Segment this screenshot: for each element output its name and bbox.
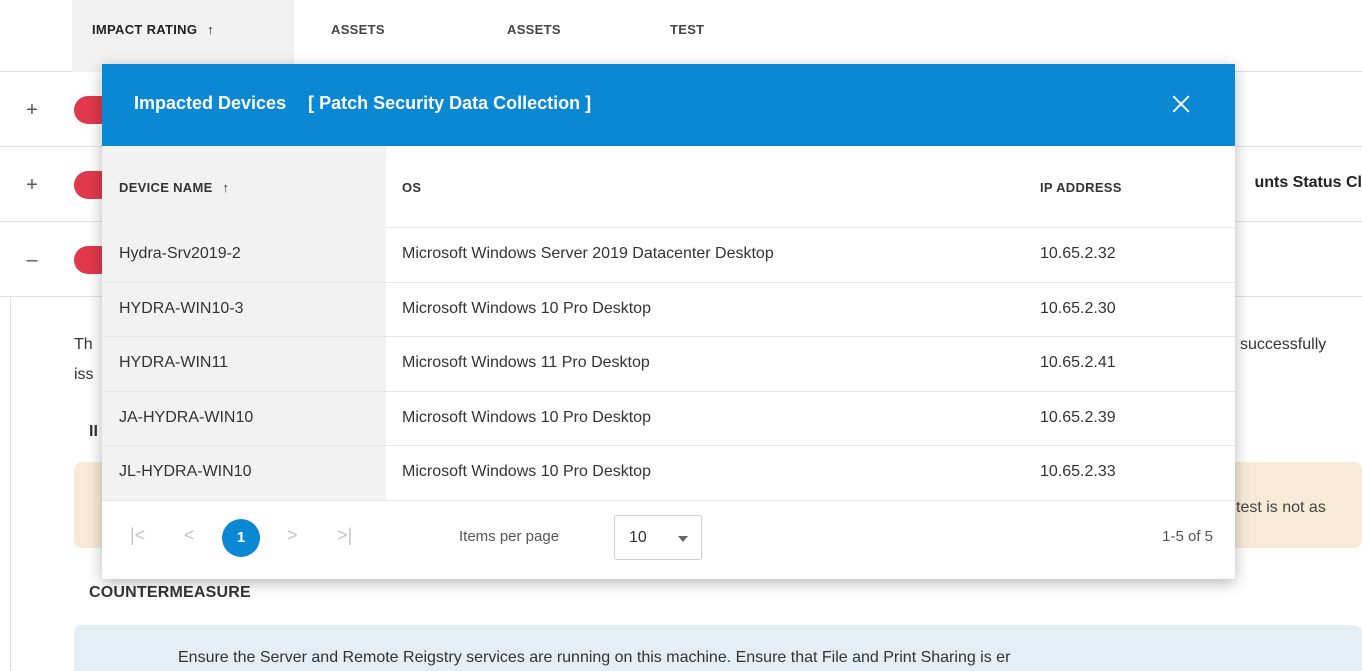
pagination: |< < 1 > >| Items per page 10 1-5 of 5 [102, 499, 1235, 579]
os-cell: Microsoft Windows 11 Pro Desktop [402, 354, 650, 372]
dialog-subtitle: [ Patch Security Data Collection ] [308, 93, 592, 113]
table-row[interactable]: HYDRA-WIN10-3 Microsoft Windows 10 Pro D… [102, 282, 1235, 338]
section-title-fragment: II [89, 423, 98, 440]
impact-text-fragment: test is not as [1236, 499, 1326, 516]
column-header-label: DEVICE NAME [119, 180, 213, 195]
column-header-assets-2[interactable]: ASSETS [507, 22, 561, 37]
previous-page-icon[interactable]: < [184, 525, 195, 546]
device-name-cell: JA-HYDRA-WIN10 [119, 408, 254, 426]
column-header-ip-address[interactable]: IP ADDRESS [1040, 180, 1122, 195]
chevron-down-icon [678, 536, 688, 542]
column-header-os[interactable]: OS [402, 180, 421, 195]
device-name-cell: JL-HYDRA-WIN10 [119, 463, 252, 481]
countermeasure-box: Ensure the Server and Remote Reigstry se… [74, 625, 1362, 671]
test-name-cell: unts Status Cl [1254, 174, 1362, 191]
device-name-cell: HYDRA-WIN11 [119, 354, 229, 372]
table-row[interactable]: JA-HYDRA-WIN10 Microsoft Windows 10 Pro … [102, 391, 1235, 447]
table-row[interactable]: HYDRA-WIN11 Microsoft Windows 11 Pro Des… [102, 337, 1235, 392]
ip-address-cell: 10.65.2.41 [1040, 354, 1116, 372]
divider [10, 297, 11, 671]
first-page-icon[interactable]: |< [130, 525, 145, 546]
table-header: DEVICE NAME ↑ OS IP ADDRESS [102, 146, 1235, 228]
devices-table: DEVICE NAME ↑ OS IP ADDRESS Hydra-Srv201… [102, 146, 1235, 501]
column-header-assets[interactable]: ASSETS [331, 22, 385, 37]
ip-address-cell: 10.65.2.32 [1040, 245, 1116, 262]
os-cell: Microsoft Windows 10 Pro Desktop [402, 463, 651, 481]
page-range-label: 1-5 of 5 [1162, 528, 1213, 545]
detail-text-fragment: Th [74, 336, 93, 353]
os-cell: Microsoft Windows Server 2019 Datacenter… [402, 245, 774, 262]
countermeasure-text: Ensure the Server and Remote Reigstry se… [178, 649, 1011, 666]
table-row[interactable]: Hydra-Srv2019-2 Microsoft Windows Server… [102, 228, 1235, 283]
items-per-page-label: Items per page [459, 528, 560, 545]
dialog-title-label: Impacted Devices [134, 93, 287, 113]
items-per-page-select[interactable]: 10 [614, 515, 702, 560]
items-per-page-value: 10 [629, 529, 647, 546]
column-header-label: IMPACT RATING [92, 22, 198, 37]
expand-toggle[interactable]: + [24, 100, 40, 120]
next-page-icon[interactable]: > [287, 525, 298, 546]
detail-text-fragment: iss [74, 366, 94, 383]
os-cell: Microsoft Windows 10 Pro Desktop [402, 299, 651, 317]
ip-address-cell: 10.65.2.39 [1040, 408, 1116, 426]
column-header-test[interactable]: TEST [670, 22, 704, 37]
collapse-toggle[interactable]: – [24, 250, 40, 270]
device-name-cell: HYDRA-WIN10-3 [119, 299, 244, 317]
ip-address-cell: 10.65.2.33 [1040, 463, 1116, 481]
sort-ascending-icon: ↑ [222, 180, 230, 195]
expand-toggle[interactable]: + [24, 175, 40, 195]
ip-address-cell: 10.65.2.30 [1040, 299, 1116, 317]
page-number-button[interactable]: 1 [222, 519, 260, 557]
close-icon[interactable] [1167, 90, 1195, 118]
countermeasure-title: COUNTERMEASURE [89, 584, 251, 601]
detail-text-fragment: successfully [1240, 336, 1327, 353]
background-table-header: IMPACT RATING ↑ ASSETS ASSETS TEST [0, 0, 1362, 72]
sort-ascending-icon: ↑ [207, 22, 214, 37]
dialog-header: Impacted Devices [ Patch Security Data Co… [102, 64, 1235, 146]
os-cell: Microsoft Windows 10 Pro Desktop [402, 408, 651, 426]
impacted-devices-dialog: Impacted Devices [ Patch Security Data Co… [102, 64, 1235, 579]
last-page-icon[interactable]: >| [337, 525, 352, 546]
table-row[interactable]: JL-HYDRA-WIN10 Microsoft Windows 10 Pro … [102, 446, 1235, 501]
column-header-impact-rating[interactable]: IMPACT RATING ↑ [72, 0, 294, 72]
dialog-title: Impacted Devices [ Patch Security Data Co… [134, 93, 591, 114]
column-header-device-name[interactable]: DEVICE NAME ↑ [119, 180, 229, 195]
device-name-cell: Hydra-Srv2019-2 [119, 245, 241, 262]
